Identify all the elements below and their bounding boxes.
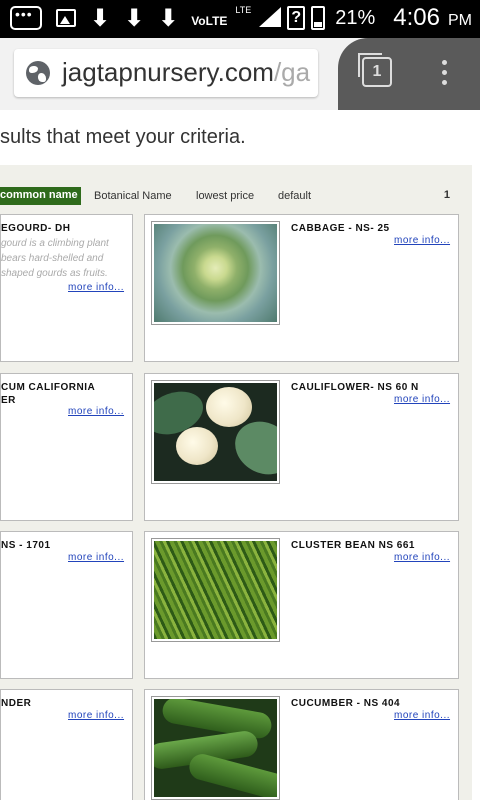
clock-ampm: PM — [448, 12, 472, 29]
product-title: CLUSTER BEAN NS 661 — [291, 540, 415, 551]
tab-switcher-icon[interactable]: 1 — [358, 53, 392, 87]
cauliflower-image — [154, 383, 277, 481]
sort-bar: common name Botanical Name lowest price … — [0, 187, 472, 205]
sort-lowest-price[interactable]: lowest price — [196, 190, 254, 202]
more-info-link[interactable]: more info... — [394, 394, 450, 405]
no-sim-icon: ? — [287, 6, 306, 30]
cluster-beans-image — [154, 541, 277, 639]
product-image[interactable] — [151, 221, 280, 325]
description-line: bears hard-shelled and — [1, 253, 104, 264]
results-criteria-text: sults that meet your criteria. — [0, 126, 246, 148]
description-line: gourd is a climbing plant — [1, 238, 109, 249]
message-notification-icon — [10, 6, 42, 30]
url-text[interactable]: jagtapnursery.com/ga — [62, 57, 310, 88]
product-card[interactable]: CABBAGE - NS- 25 more info... — [144, 214, 459, 362]
globe-icon — [26, 61, 50, 85]
network-type-label: LTE — [235, 5, 252, 15]
more-info-link[interactable]: more info... — [68, 552, 124, 563]
results-panel: common name Botanical Name lowest price … — [0, 165, 472, 800]
web-page: sults that meet your criteria. common na… — [0, 110, 480, 800]
product-card[interactable]: CLUSTER BEAN NS 661 more info... — [144, 531, 459, 679]
title-line: CUM CALIFORNIA — [1, 382, 96, 393]
url-path: /ga — [273, 57, 311, 87]
more-info-link[interactable]: more info... — [68, 282, 124, 293]
product-card[interactable]: CUM CALIFORNIA ER more info... — [0, 373, 133, 521]
battery-icon — [311, 6, 326, 30]
cabbage-image — [154, 224, 277, 322]
sort-botanical-name[interactable]: Botanical Name — [94, 190, 172, 202]
product-title: NS - 1701 — [1, 540, 51, 551]
sort-default[interactable]: default — [278, 190, 311, 202]
battery-percent: 21% — [335, 6, 376, 29]
product-title: NDER — [1, 698, 32, 709]
product-image[interactable] — [151, 696, 280, 800]
download-icon: ⬇ — [124, 4, 145, 32]
cucumber-image — [154, 699, 277, 797]
product-title: CUCUMBER - NS 404 — [291, 698, 401, 709]
signal-icon — [257, 7, 282, 29]
overflow-menu-icon[interactable] — [438, 60, 450, 88]
product-image[interactable] — [151, 538, 280, 642]
address-bar[interactable]: jagtapnursery.com/ga — [14, 49, 318, 97]
product-card[interactable]: CUCUMBER - NS 404 more info... — [144, 689, 459, 800]
product-title: CUM CALIFORNIA ER — [1, 381, 95, 407]
more-info-link[interactable]: more info... — [394, 235, 450, 246]
download-icon: ⬇ — [90, 4, 111, 32]
more-info-link[interactable]: more info... — [68, 710, 124, 721]
clock-time: 4:06 — [393, 4, 440, 31]
product-card[interactable]: NS - 1701 more info... — [0, 531, 133, 679]
sort-common-name[interactable]: common name — [0, 187, 81, 205]
product-image[interactable] — [151, 380, 280, 484]
product-title: CABBAGE - NS- 25 — [291, 223, 390, 234]
product-title: EGOURD- DH — [1, 223, 71, 234]
page-number[interactable]: 1 — [444, 189, 450, 201]
status-bar: ⬇ ⬇ ⬇ VoLTE LTE ? 21% 4:06 PM — [0, 0, 480, 38]
url-domain: jagtapnursery.com — [62, 57, 274, 87]
product-card[interactable]: NDER more info... — [0, 689, 133, 800]
more-info-link[interactable]: more info... — [394, 710, 450, 721]
image-notification-icon — [56, 9, 76, 27]
more-info-link[interactable]: more info... — [68, 406, 124, 417]
network-label: VoLTE — [191, 14, 228, 28]
more-info-link[interactable]: more info... — [394, 552, 450, 563]
product-title: CAULIFLOWER- NS 60 N — [291, 382, 419, 393]
product-card[interactable]: CAULIFLOWER- NS 60 N more info... — [144, 373, 459, 521]
browser-toolbar: jagtapnursery.com/ga 1 — [0, 38, 480, 110]
product-description: gourd is a climbing plant bears hard-she… — [1, 236, 109, 281]
description-line: shaped gourds as fruits. — [1, 268, 108, 279]
download-icon: ⬇ — [158, 4, 179, 32]
product-card[interactable]: EGOURD- DH gourd is a climbing plant bea… — [0, 214, 133, 362]
